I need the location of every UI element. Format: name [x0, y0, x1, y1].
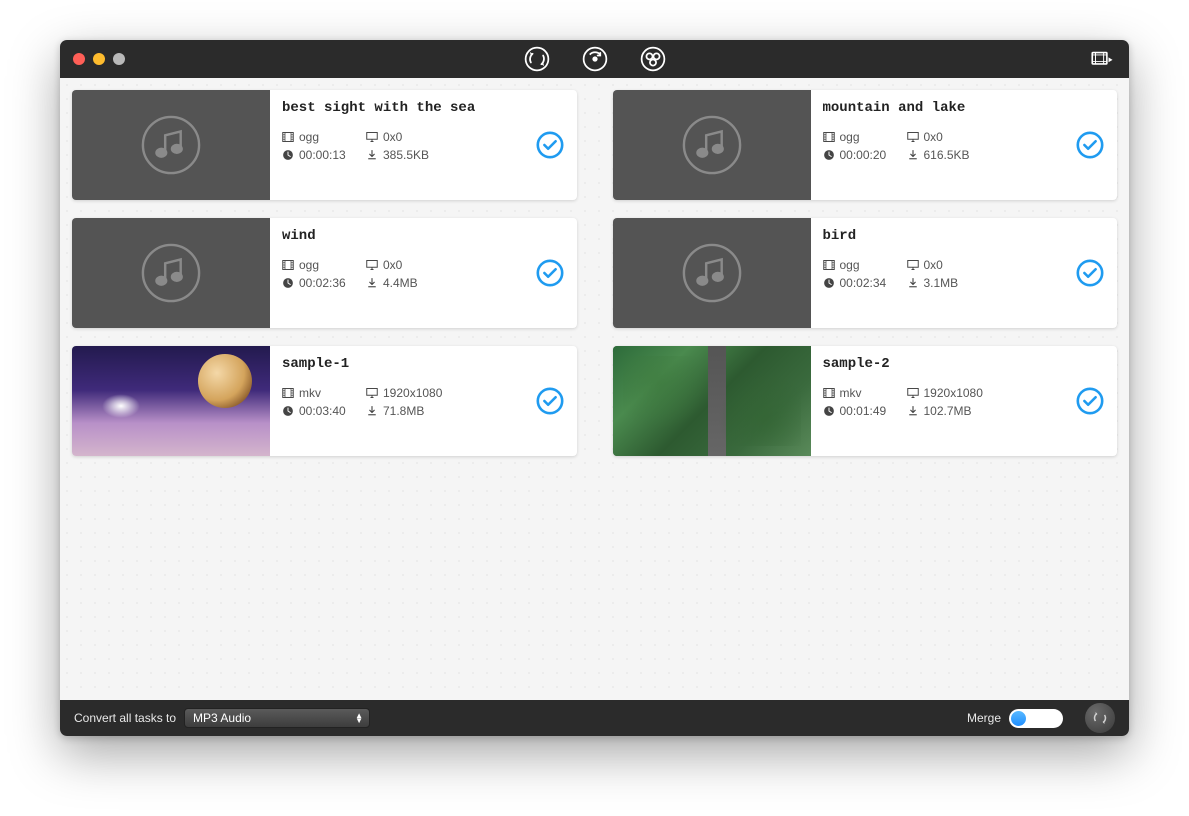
duration-field: 00:00:13 [282, 148, 366, 162]
thumbnail [613, 90, 811, 200]
file-info: sample-2 mkv1920x108000:01:49102.7MB [811, 346, 1118, 456]
select-arrows-icon: ▲▼ [355, 713, 363, 723]
format-field: ogg [282, 258, 366, 272]
format-field: ogg [282, 130, 366, 144]
titlebar [60, 40, 1129, 78]
file-info: mountain and lake ogg0x000:00:20616.5KB [811, 90, 1118, 200]
file-card[interactable]: best sight with the sea ogg0x000:00:13385… [72, 90, 577, 200]
duration-field: 00:02:36 [282, 276, 366, 290]
app-window: best sight with the sea ogg0x000:00:13385… [60, 40, 1129, 736]
file-title: mountain and lake [823, 100, 1106, 116]
duration-field: 00:02:34 [823, 276, 907, 290]
minimize-window-button[interactable] [93, 53, 105, 65]
file-title: sample-2 [823, 356, 1106, 372]
format-field: ogg [823, 258, 907, 272]
format-field: mkv [823, 386, 907, 400]
file-meta: mkv1920x108000:01:49102.7MB [823, 386, 1106, 418]
file-meta: ogg0x000:02:364.4MB [282, 258, 565, 290]
zoom-window-button[interactable] [113, 53, 125, 65]
file-info: bird ogg0x000:02:343.1MB [811, 218, 1118, 328]
media-browser-icon[interactable] [1089, 40, 1115, 78]
select-checkmark-icon[interactable] [1075, 130, 1105, 160]
file-meta: ogg0x000:00:20616.5KB [823, 130, 1106, 162]
file-title: bird [823, 228, 1106, 244]
thumbnail [72, 346, 270, 456]
file-card[interactable]: mountain and lake ogg0x000:00:20616.5KB [613, 90, 1118, 200]
output-format-value: MP3 Audio [193, 711, 251, 725]
select-checkmark-icon[interactable] [535, 130, 565, 160]
select-checkmark-icon[interactable] [535, 386, 565, 416]
file-meta: mkv1920x108000:03:4071.8MB [282, 386, 565, 418]
file-card[interactable]: wind ogg0x000:02:364.4MB [72, 218, 577, 328]
file-card[interactable]: sample-2 mkv1920x108000:01:49102.7MB [613, 346, 1118, 456]
thumbnail [72, 218, 270, 328]
file-title: best sight with the sea [282, 100, 565, 116]
convert-all-label: Convert all tasks to [74, 711, 176, 725]
file-info: sample-1 mkv1920x108000:03:4071.8MB [270, 346, 577, 456]
file-info: best sight with the sea ogg0x000:00:13385… [270, 90, 577, 200]
file-title: wind [282, 228, 565, 244]
file-list-area: best sight with the sea ogg0x000:00:13385… [60, 78, 1129, 700]
toggle-knob [1011, 711, 1026, 726]
select-checkmark-icon[interactable] [1075, 258, 1105, 288]
duration-field: 00:00:20 [823, 148, 907, 162]
merge-label: Merge [967, 711, 1001, 725]
download-tab-icon[interactable] [580, 44, 610, 74]
file-card[interactable]: bird ogg0x000:02:343.1MB [613, 218, 1118, 328]
format-field: ogg [823, 130, 907, 144]
select-checkmark-icon[interactable] [1075, 386, 1105, 416]
convert-tab-icon[interactable] [522, 44, 552, 74]
thumbnail [613, 346, 811, 456]
file-meta: ogg0x000:02:343.1MB [823, 258, 1106, 290]
output-format-select[interactable]: MP3 Audio ▲▼ [184, 708, 370, 728]
duration-field: 00:03:40 [282, 404, 366, 418]
footer-bar: Convert all tasks to MP3 Audio ▲▼ Merge [60, 700, 1129, 736]
file-title: sample-1 [282, 356, 565, 372]
select-checkmark-icon[interactable] [535, 258, 565, 288]
file-meta: ogg0x000:00:13385.5KB [282, 130, 565, 162]
merge-toggle[interactable] [1009, 709, 1063, 728]
thumbnail [72, 90, 270, 200]
file-card[interactable]: sample-1 mkv1920x108000:03:4071.8MB [72, 346, 577, 456]
duration-field: 00:01:49 [823, 404, 907, 418]
close-window-button[interactable] [73, 53, 85, 65]
window-controls [60, 53, 125, 65]
start-convert-button[interactable] [1085, 703, 1115, 733]
file-info: wind ogg0x000:02:364.4MB [270, 218, 577, 328]
thumbnail [613, 218, 811, 328]
format-field: mkv [282, 386, 366, 400]
toolbar [522, 40, 668, 78]
video-tab-icon[interactable] [638, 44, 668, 74]
